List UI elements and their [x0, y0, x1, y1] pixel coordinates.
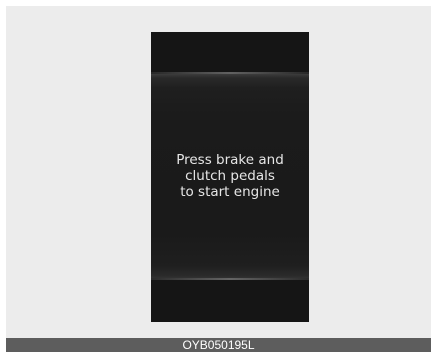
- figure-code-bar: OYB050195L: [6, 338, 431, 352]
- start-instruction-message: Press brake and clutch pedals to start e…: [151, 152, 309, 200]
- message-line-2: clutch pedals: [185, 168, 275, 184]
- display-top-band: [151, 32, 309, 74]
- panel-top-highlight: [151, 72, 309, 74]
- figure-frame: Press brake and clutch pedals to start e…: [6, 6, 431, 338]
- figure-code: OYB050195L: [182, 338, 255, 352]
- cluster-display: Press brake and clutch pedals to start e…: [151, 32, 309, 322]
- message-line-3: to start engine: [180, 184, 280, 200]
- display-bottom-band: [151, 280, 309, 322]
- message-line-1: Press brake and: [176, 152, 284, 168]
